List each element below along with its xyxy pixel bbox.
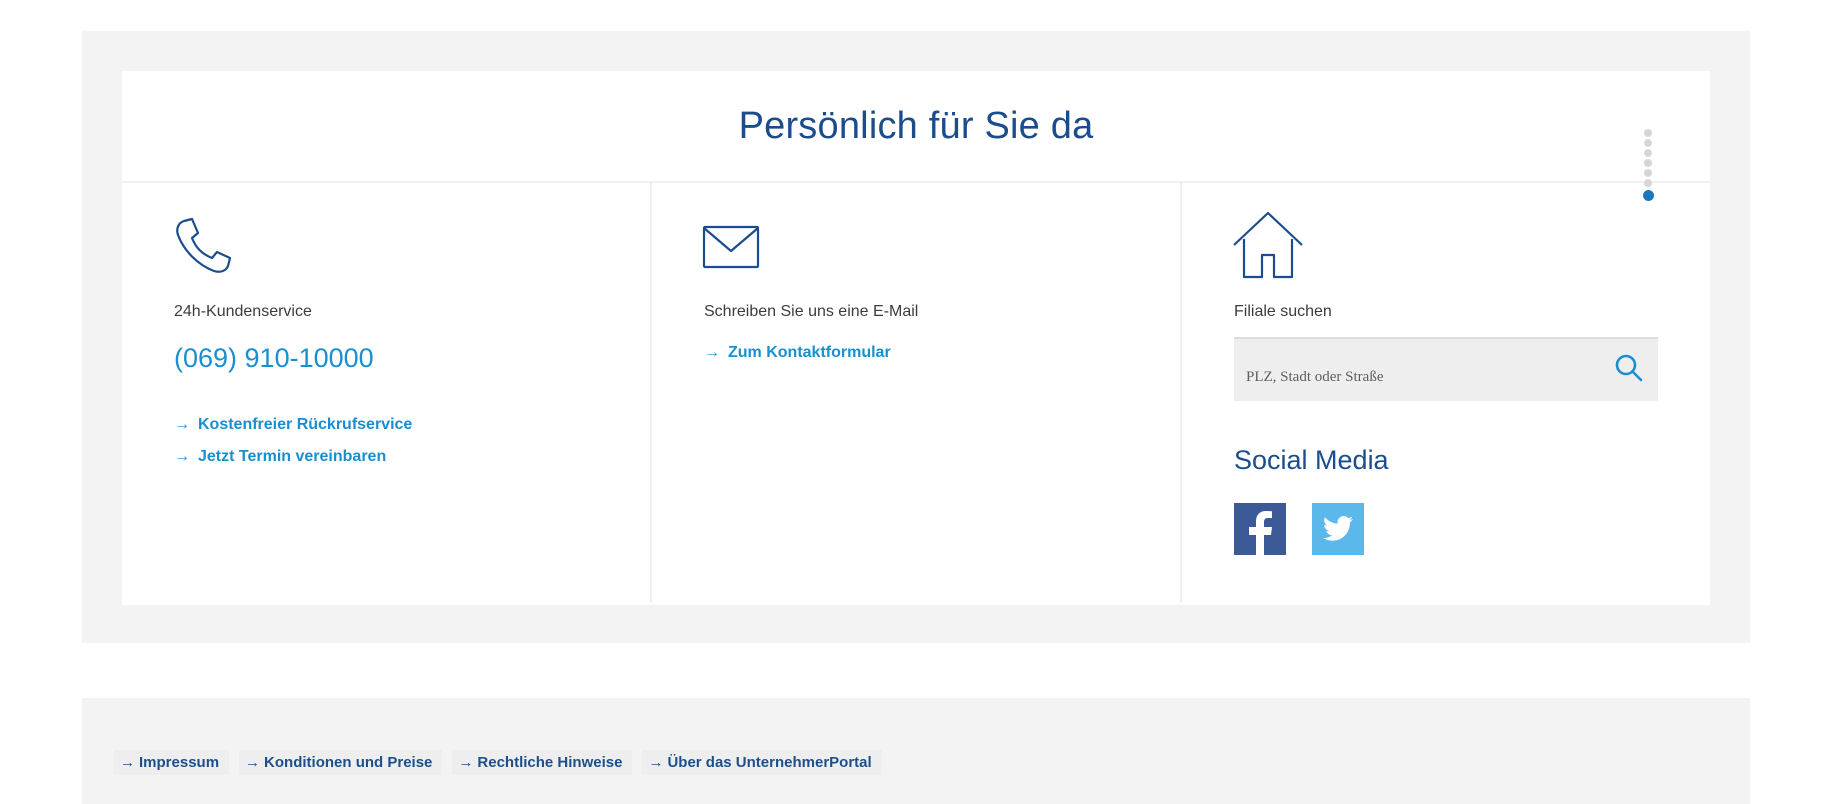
arrow-right-icon: → [648, 754, 664, 771]
pager-dot[interactable] [1644, 139, 1652, 147]
phone-icon [172, 215, 234, 282]
arrow-right-icon: → [704, 344, 720, 361]
contact-section: Persönlich für Sie da 24h-Kundenservice … [82, 31, 1750, 643]
arrow-right-icon: → [245, 754, 261, 771]
social-icons [1234, 503, 1364, 555]
arrow-right-icon: → [174, 416, 190, 433]
card-header: Persönlich für Sie da [122, 71, 1710, 183]
callback-service-link[interactable]: → Kostenfreier Rückrufservice [174, 409, 412, 441]
branch-search-label: Filiale suchen [1234, 303, 1332, 320]
envelope-icon [702, 225, 760, 274]
pager-dot[interactable] [1644, 149, 1652, 157]
pager-dot[interactable] [1644, 129, 1652, 137]
email-label: Schreiben Sie uns eine E-Mail [704, 303, 919, 320]
branch-search-box [1234, 337, 1658, 401]
branch-column: Filiale suchen Social Media [1180, 183, 1710, 603]
link-label: Jetzt Termin vereinbaren [198, 448, 387, 465]
twitter-icon[interactable] [1312, 503, 1364, 555]
link-label: Zum Kontaktformular [728, 344, 891, 361]
branch-search-input[interactable] [1246, 362, 1606, 392]
contact-form-link[interactable]: → Zum Kontaktformular [704, 337, 891, 369]
phone-column: 24h-Kundenservice (069) 910-10000 → Koste… [122, 183, 650, 603]
house-icon [1232, 211, 1304, 286]
contact-card: Persönlich für Sie da 24h-Kundenservice … [122, 71, 1710, 605]
search-icon[interactable] [1614, 353, 1644, 388]
appointment-link[interactable]: → Jetzt Termin vereinbaren [174, 441, 412, 473]
email-column: Schreiben Sie uns eine E-Mail → Zum Konta… [650, 183, 1180, 603]
pager-dot[interactable] [1644, 159, 1652, 167]
phone-number[interactable]: (069) 910-10000 [174, 343, 374, 374]
link-label: Impressum [139, 754, 220, 771]
footer-link-conditions[interactable]: → Konditionen und Preise [239, 750, 443, 775]
customer-service-label: 24h-Kundenservice [174, 303, 312, 320]
social-media-title: Social Media [1234, 445, 1389, 475]
contact-columns: 24h-Kundenservice (069) 910-10000 → Koste… [122, 183, 1710, 603]
link-label: Rechtliche Hinweise [477, 754, 623, 771]
link-label: Über das UnternehmerPortal [667, 754, 872, 771]
link-label: Kostenfreier Rückrufservice [198, 416, 413, 433]
section-title: Persönlich für Sie da [738, 104, 1094, 147]
footer-link-about[interactable]: → Über das UnternehmerPortal [642, 750, 882, 775]
arrow-right-icon: → [174, 448, 190, 465]
arrow-right-icon: → [458, 754, 474, 771]
arrow-right-icon: → [120, 754, 135, 771]
footer-link-impressum[interactable]: → Impressum [114, 750, 230, 775]
footer-links: → Impressum → Konditionen und Preise → Rech… [114, 750, 882, 775]
link-label: Konditionen und Preise [264, 754, 433, 771]
pager-dot[interactable] [1644, 169, 1652, 177]
facebook-icon[interactable] [1234, 503, 1286, 555]
footer: → Impressum → Konditionen und Preise → Rech… [82, 698, 1750, 804]
footer-link-legal[interactable]: → Rechtliche Hinweise [452, 750, 633, 775]
